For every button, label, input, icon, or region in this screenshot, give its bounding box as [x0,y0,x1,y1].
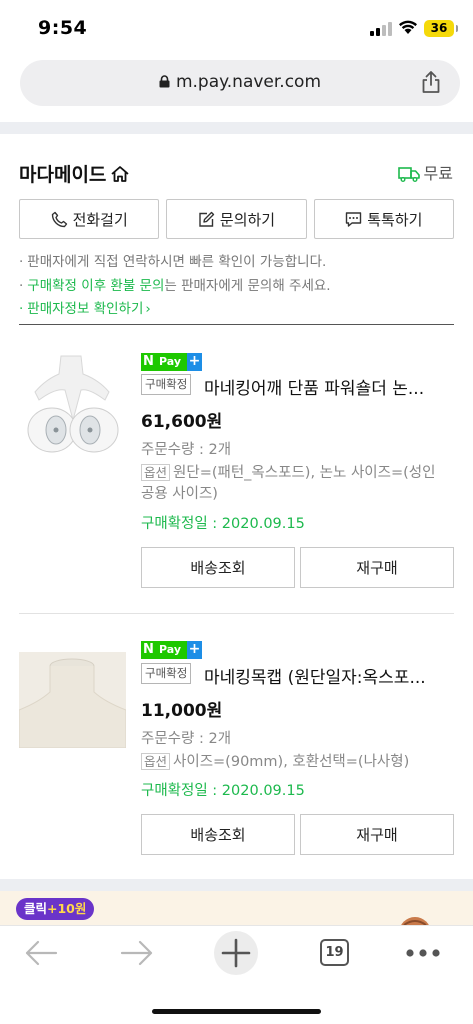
seller-name-link[interactable]: 마다메이드 [19,160,130,187]
cell-signal-icon [370,22,392,36]
product-image-neck-cap[interactable] [19,652,126,748]
battery-indicator: 36 [424,20,458,37]
track-delivery-button[interactable]: 배송조회 [141,814,295,855]
forward-arrow-icon[interactable] [120,940,154,966]
inquiry-button[interactable]: 문의하기 [166,199,307,239]
rebuy-button[interactable]: 재구매 [300,814,454,855]
option-text: 원단=(패턴_옥스포드), 논노 사이즈=(성인 공용 사이즈) [141,465,436,502]
truck-icon [397,167,420,182]
product-image-shoulder-mannequin[interactable] [19,350,126,460]
lock-icon [159,75,170,88]
url-display[interactable]: m.pay.naver.com [20,72,460,92]
option-tag: 옵션 [141,464,171,481]
notice-divider [19,324,454,325]
call-button[interactable]: 전화걸기 [19,199,160,239]
item-divider [19,613,454,614]
address-bar[interactable]: m.pay.naver.com [20,60,460,106]
status-time: 9:54 [38,17,88,39]
click-reward-badge[interactable]: 클릭+10원 [16,898,95,920]
back-arrow-icon[interactable] [24,940,58,966]
rebuy-button[interactable]: 재구매 [300,547,454,588]
npay-badge: N Pay + [141,641,202,659]
section-divider [0,122,473,134]
npay-n: N [141,353,156,371]
home-icon [111,166,129,182]
notice-bullet: · [19,254,24,270]
purchase-confirmed-badge: 구매확정 [141,663,192,684]
npay-plus: + [187,353,202,371]
product-option: 옵션 사이즈=(90mm), 호환선택=(나사형) [141,751,453,773]
home-indicator[interactable] [152,1009,321,1014]
tab-count-button[interactable]: 19 [320,939,349,966]
chat-bubble-icon [346,211,362,227]
inquiry-label: 문의하기 [219,210,276,229]
product-name[interactable]: 마네킹목캡 (원단일자:옥스포... [204,663,456,688]
npay-badge: N Pay + [141,353,202,371]
edit-icon [199,211,215,227]
talk-button[interactable]: 톡톡하기 [313,199,454,239]
notice-refund: · 구매확정 이후 환불 문의는 판매자에게 문의해 주세요. [19,274,331,294]
order-quantity: 주문수량 : 2개 [141,731,232,747]
new-tab-plus-icon[interactable] [213,930,259,976]
product-price: 61,600원 [141,412,223,432]
npay-n: N [141,641,156,659]
option-tag: 옵션 [141,753,171,770]
more-menu-icon[interactable] [405,948,441,958]
contact-buttons: 전화걸기 문의하기 톡톡하기 [19,199,454,239]
notice-contact: · 판매자에게 직접 연락하시면 빠른 확인이 가능합니다. [19,250,326,270]
track-delivery-button[interactable]: 배송조회 [141,547,295,588]
notice-contact-text: 판매자에게 직접 연락하시면 빠른 확인이 가능합니다. [27,254,327,270]
seller-info-link[interactable]: · 판매자정보 확인하기 › [19,297,151,317]
purchase-confirm-date: 구매확정일 : 2020.09.15 [141,516,305,532]
notice-refund-text: 는 판매자에게 문의해 주세요. [164,278,331,294]
notice-bullet: · [19,301,24,317]
url-text: m.pay.naver.com [175,72,322,92]
purchase-confirmed-badge: 구매확정 [141,374,192,395]
click-label: 클릭 [24,901,48,916]
product-price: 11,000원 [141,701,223,721]
seller-info-link-text: 판매자정보 확인하기 [27,301,144,317]
browser-toolbar: 19 [0,925,473,1024]
notice-refund-highlight: 구매확정 이후 환불 문의 [27,278,165,294]
click-points: +10원 [47,901,87,916]
shipping-info: 무료 [397,160,453,184]
order-quantity: 주문수량 : 2개 [141,442,232,458]
npay-pay: Pay [156,353,187,371]
call-label: 전화걸기 [72,210,128,229]
chevron-right-icon: › [145,301,151,317]
npay-plus: + [187,641,202,659]
phone-icon [51,211,67,227]
npay-pay: Pay [156,641,187,659]
status-bar: 9:54 36 [0,0,473,56]
seller-name: 마다메이드 [19,164,107,186]
notice-bullet: · [19,278,24,294]
talk-label: 톡톡하기 [367,210,423,229]
product-name[interactable]: 마네킹어깨 단품 파워숄더 논... [204,374,456,399]
option-text: 사이즈=(90mm), 호환선택=(나사형) [173,754,410,770]
shipping-label: 무료 [423,164,453,183]
wifi-icon [399,20,417,34]
product-option: 옵션 원단=(패턴_옥스포드), 논노 사이즈=(성인 공용 사이즈) [141,462,453,505]
share-icon[interactable] [420,70,442,94]
purchase-confirm-date: 구매확정일 : 2020.09.15 [141,783,305,799]
section-divider [0,879,473,891]
